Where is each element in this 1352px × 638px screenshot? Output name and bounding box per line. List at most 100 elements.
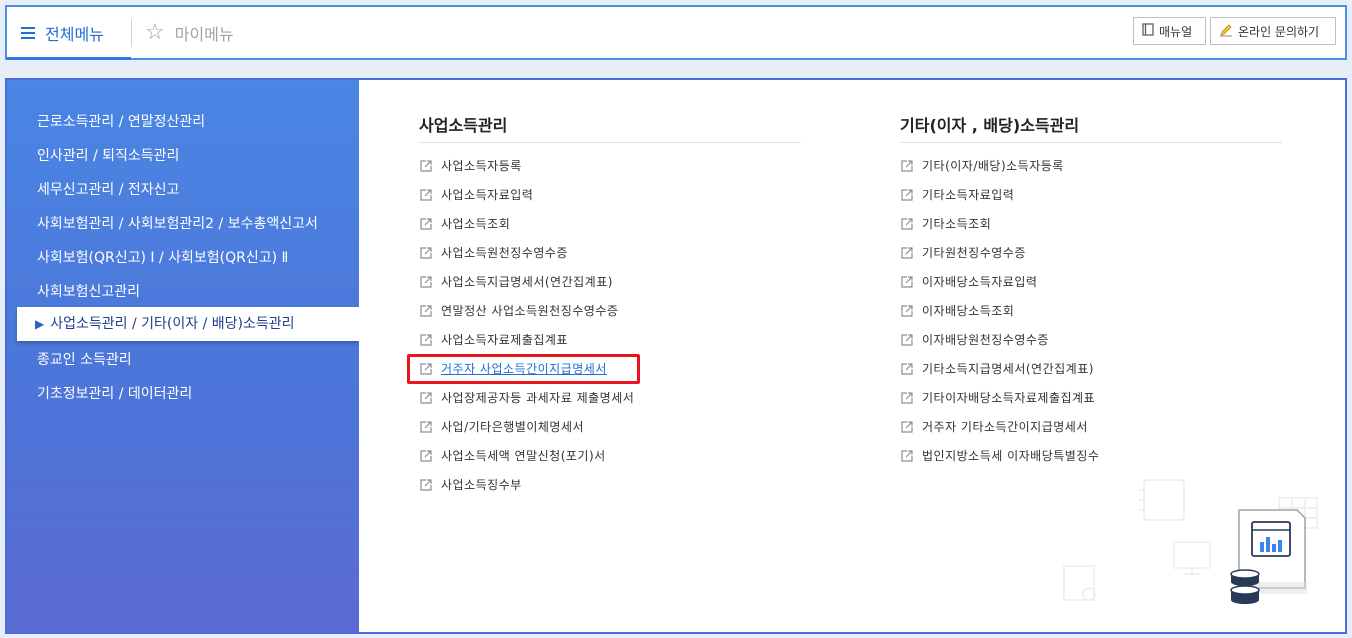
- right-link-item[interactable]: 기타소득지급명세서(연간집계표): [900, 360, 1094, 378]
- external-link-icon: [419, 246, 433, 260]
- hamburger-icon: [21, 26, 35, 39]
- sidebar-item-label: 사업소득관리 / 기타(이자 / 배당)소득관리: [50, 316, 295, 332]
- right-link-label: 이자배당소득자료입력: [922, 275, 1038, 289]
- right-link-item[interactable]: 기타소득자료입력: [900, 186, 1014, 204]
- external-link-icon: [419, 188, 433, 202]
- right-link-label: 기타(이자/배당)소득자등록: [922, 159, 1064, 173]
- left-link-item[interactable]: 사업/기타은행별이체명세서: [419, 418, 584, 436]
- sidebar-item-business-income[interactable]: ▶ 사업소득관리 / 기타(이자 / 배당)소득관리: [17, 307, 359, 341]
- left-link-label: 사업소득징수부: [441, 478, 522, 492]
- top-menu-bar: 전체메뉴 ☆ 마이메뉴 매뉴얼 온라인 문의하기: [5, 5, 1347, 60]
- left-column-title: 사업소득관리: [419, 116, 508, 135]
- right-link-item[interactable]: 기타원천징수영수증: [900, 244, 1026, 262]
- left-column-divider: [419, 142, 801, 143]
- online-inquiry-label: 온라인 문의하기: [1238, 24, 1320, 39]
- external-link-icon: [900, 275, 914, 289]
- external-link-icon: [419, 333, 433, 347]
- external-link-icon: [419, 275, 433, 289]
- external-link-icon: [419, 304, 433, 318]
- sidebar-item-social-insurance[interactable]: 사회보험관리 / 사회보험관리2 / 보수총액신고서: [37, 214, 318, 234]
- right-link-label: 법인지방소득세 이자배당특별징수: [922, 449, 1100, 463]
- external-link-icon: [419, 391, 433, 405]
- manual-button-label: 매뉴얼: [1159, 24, 1193, 39]
- book-icon: [1142, 23, 1154, 39]
- right-link-item[interactable]: 거주자 기타소득간이지급명세서: [900, 418, 1088, 436]
- right-column-divider: [900, 142, 1282, 143]
- right-link-item[interactable]: 이자배당소득자료입력: [900, 273, 1037, 291]
- left-link-label: 사업소득세액 연말신청(포기)서: [441, 449, 606, 463]
- external-link-icon: [419, 159, 433, 173]
- external-link-icon: [419, 449, 433, 463]
- left-link-item[interactable]: 사업소득지급명세서(연간집계표): [419, 273, 613, 291]
- right-link-label: 기타소득자료입력: [922, 188, 1015, 202]
- left-link-label: 사업/기타은행별이체명세서: [441, 420, 585, 434]
- right-link-label: 기타이자배당소득자료제출집계표: [922, 391, 1096, 405]
- pencil-icon: [1219, 23, 1233, 40]
- tab-all-menu-label: 전체메뉴: [45, 24, 104, 44]
- left-link-item[interactable]: 사업소득원천징수영수증: [419, 244, 568, 262]
- right-link-item[interactable]: 이자배당소득조회: [900, 302, 1014, 320]
- category-sidebar: 근로소득관리 / 연말정산관리 인사관리 / 퇴직소득관리 세무신고관리 / 전…: [7, 80, 359, 632]
- left-link-item[interactable]: 사업소득조회: [419, 215, 510, 233]
- star-icon: ☆: [145, 20, 165, 45]
- external-link-icon: [900, 420, 914, 434]
- right-link-label: 이자배당소득조회: [922, 304, 1015, 318]
- left-link-label: 사업소득원천징수영수증: [441, 246, 568, 260]
- left-link-item[interactable]: 연말정산 사업소득원천징수영수증: [419, 302, 618, 320]
- left-link-label: 사업장제공자등 과세자료 제출명세서: [441, 391, 635, 405]
- external-link-icon: [419, 478, 433, 492]
- external-link-icon: [900, 449, 914, 463]
- tab-my-menu[interactable]: ☆ 마이메뉴: [145, 7, 234, 58]
- right-link-label: 기타소득지급명세서(연간집계표): [922, 362, 1094, 376]
- external-link-icon: [900, 391, 914, 405]
- right-link-label: 기타원천징수영수증: [922, 246, 1026, 260]
- left-link-label: 사업소득자등록: [441, 159, 522, 173]
- external-link-icon: [900, 362, 914, 376]
- right-link-label: 거주자 기타소득간이지급명세서: [922, 420, 1088, 434]
- external-link-icon: [419, 217, 433, 231]
- external-link-icon: [900, 217, 914, 231]
- right-link-item[interactable]: 기타소득조회: [900, 215, 991, 233]
- document-illustration: [1063, 479, 1318, 604]
- highlight-box: [407, 354, 640, 384]
- main-menu-panel: 근로소득관리 / 연말정산관리 인사관리 / 퇴직소득관리 세무신고관리 / 전…: [5, 78, 1347, 634]
- tab-divider: [131, 19, 132, 47]
- sidebar-item-base-info[interactable]: 기초정보관리 / 데이터관리: [37, 384, 192, 404]
- left-link-item[interactable]: 사업소득세액 연말신청(포기)서: [419, 447, 606, 465]
- external-link-icon: [900, 333, 914, 347]
- left-link-item[interactable]: 사업장제공자등 과세자료 제출명세서: [419, 389, 634, 407]
- triangle-right-icon: ▶: [35, 317, 45, 331]
- right-link-label: 기타소득조회: [922, 217, 992, 231]
- left-link-item[interactable]: 사업소득자료제출집계표: [419, 331, 568, 349]
- sidebar-item-social-insurance-qr[interactable]: 사회보험(QR신고) Ⅰ / 사회보험(QR신고) Ⅱ: [37, 248, 288, 268]
- manual-button[interactable]: 매뉴얼: [1133, 17, 1206, 45]
- right-link-item[interactable]: 이자배당원천징수영수증: [900, 331, 1049, 349]
- sidebar-item-payroll[interactable]: 근로소득관리 / 연말정산관리: [37, 112, 205, 132]
- left-link-label: 사업소득자료입력: [441, 188, 534, 202]
- external-link-icon: [900, 246, 914, 260]
- right-link-item[interactable]: 기타이자배당소득자료제출집계표: [900, 389, 1095, 407]
- right-link-item[interactable]: 기타(이자/배당)소득자등록: [900, 157, 1064, 175]
- menu-content: 사업소득관리 사업소득자등록사업소득자료입력사업소득조회사업소득원천징수영수증사…: [359, 80, 1345, 632]
- left-link-label: 사업소득자료제출집계표: [441, 333, 568, 347]
- left-link-label: 사업소득조회: [441, 217, 511, 231]
- right-link-label: 이자배당원천징수영수증: [922, 333, 1049, 347]
- sidebar-item-hr[interactable]: 인사관리 / 퇴직소득관리: [37, 146, 179, 166]
- tab-my-menu-label: 마이메뉴: [174, 24, 234, 44]
- tab-all-menu[interactable]: 전체메뉴: [7, 7, 131, 60]
- sidebar-item-tax-filing[interactable]: 세무신고관리 / 전자신고: [37, 180, 179, 200]
- external-link-icon: [900, 188, 914, 202]
- right-column-title: 기타(이자 , 배당)소득관리: [900, 116, 1080, 135]
- sidebar-item-social-insurance-report[interactable]: 사회보험신고관리: [37, 282, 140, 302]
- active-tab-underline: [7, 57, 131, 60]
- left-link-item[interactable]: 사업소득징수부: [419, 476, 522, 494]
- left-link-item[interactable]: 사업소득자료입력: [419, 186, 533, 204]
- right-link-item[interactable]: 법인지방소득세 이자배당특별징수: [900, 447, 1099, 465]
- external-link-icon: [419, 420, 433, 434]
- left-link-label: 연말정산 사업소득원천징수영수증: [441, 304, 619, 318]
- sidebar-item-religious-income[interactable]: 종교인 소득관리: [37, 350, 132, 370]
- external-link-icon: [900, 159, 914, 173]
- online-inquiry-button[interactable]: 온라인 문의하기: [1210, 17, 1336, 45]
- left-link-label: 사업소득지급명세서(연간집계표): [441, 275, 613, 289]
- left-link-item[interactable]: 사업소득자등록: [419, 157, 522, 175]
